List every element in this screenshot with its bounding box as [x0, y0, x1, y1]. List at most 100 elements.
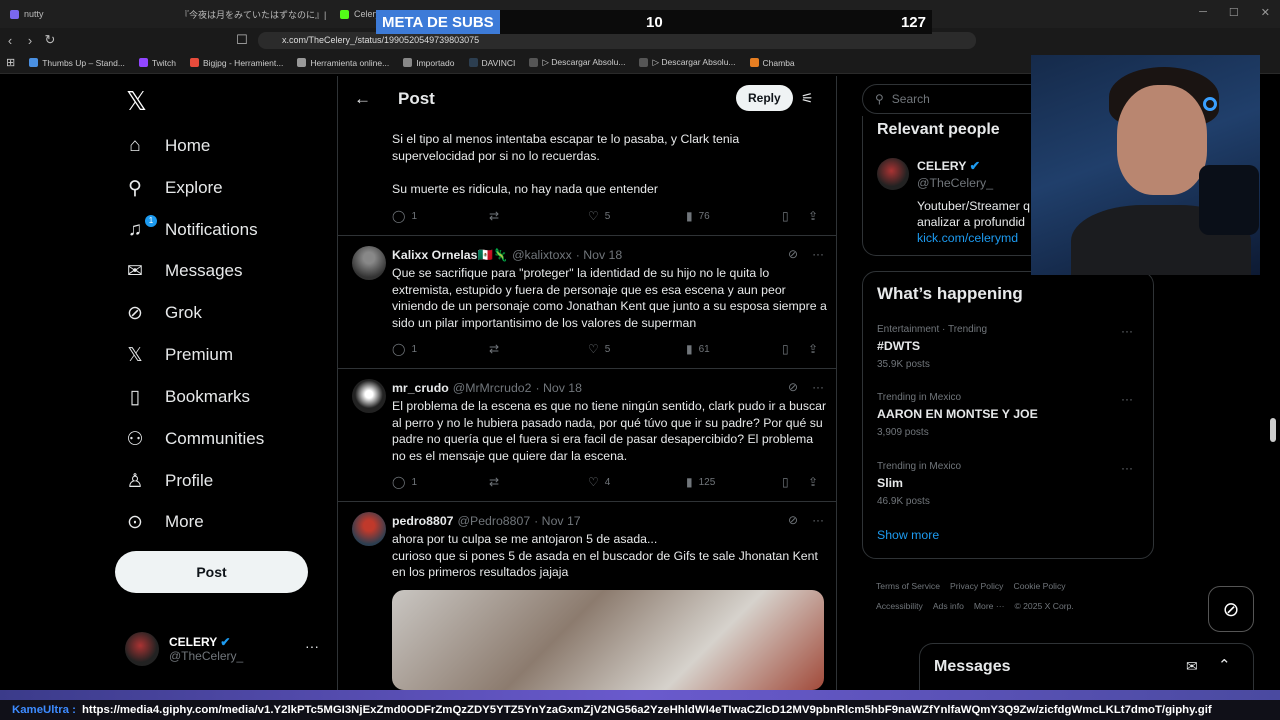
browser-tab[interactable]: nutty	[0, 0, 165, 28]
bookmark-action[interactable]: ▯	[782, 342, 789, 356]
like-action[interactable]: ♡ 5	[588, 342, 610, 356]
chevron-up-icon[interactable]: ⌃	[1218, 656, 1231, 674]
new-message-icon[interactable]: ✉	[1186, 658, 1198, 675]
tweet-author-handle[interactable]: @Pedro8807	[458, 514, 531, 528]
share-action[interactable]: ⇪	[808, 209, 818, 223]
repost-action[interactable]: ⇄	[489, 209, 499, 223]
nav-home[interactable]: ⌂ Home	[123, 128, 210, 164]
nav-profile[interactable]: ♙ Profile	[123, 463, 213, 499]
tweet-author-handle[interactable]: @kalixtoxx	[512, 248, 572, 263]
nav-grok[interactable]: ⊘ Grok	[123, 295, 202, 331]
url-field[interactable]: x.com/TheCelery_/status/1990520549739803…	[258, 32, 976, 49]
tweet-author-handle[interactable]: @MrMrcrudo2	[453, 381, 532, 395]
bookmark-item[interactable]: Chamba	[749, 58, 795, 68]
footer-link[interactable]: Cookie Policy	[1013, 581, 1065, 591]
repost-action[interactable]: ⇄	[489, 475, 499, 489]
scrollbar-thumb[interactable]	[1270, 418, 1276, 442]
trend-item[interactable]: Trending in Mexico Slim 46.9K posts ···	[877, 461, 1141, 507]
tweet-date[interactable]: · Nov 18	[535, 381, 581, 395]
minimize-icon[interactable]: ─	[1199, 6, 1207, 19]
sliders-icon[interactable]: ⚟	[801, 90, 814, 107]
avatar[interactable]	[877, 158, 909, 190]
bookmark-item[interactable]: DAVINCI	[468, 58, 515, 68]
tweet-author-name[interactable]: Kalixx Ornelas🇲🇽🦎	[392, 248, 508, 263]
bell-icon: ♫	[127, 219, 143, 240]
tweet-author-name[interactable]: mr_crudo	[392, 381, 449, 395]
reply-action[interactable]: ◯ 1	[392, 475, 417, 489]
bookmark-folder[interactable]: Importado	[403, 58, 455, 68]
grok-icon[interactable]: ⊘	[788, 380, 798, 394]
tweet-author-name[interactable]: pedro8807	[392, 514, 454, 528]
bookmark-item[interactable]: ▷ Descargar Absolu...	[639, 57, 736, 68]
account-switcher[interactable]: CELERY ✔ @TheCelery_ ···	[125, 632, 319, 666]
more-dots-icon[interactable]: ···	[1121, 461, 1133, 475]
x-logo-icon[interactable]: 𝕏	[126, 86, 147, 117]
bookmark-item[interactable]: Twitch	[138, 58, 176, 68]
bookmark-item[interactable]: ▷ Descargar Absolu...	[529, 57, 625, 68]
more-dots-icon[interactable]: ···	[1121, 392, 1133, 406]
views-action[interactable]: ▮ 76	[686, 209, 710, 223]
nav-explore[interactable]: ⚲ Explore	[123, 170, 223, 206]
back-arrow-icon[interactable]: ‹	[0, 33, 20, 48]
more-dots-icon[interactable]: ···	[812, 513, 824, 527]
apps-grid-icon[interactable]: ⊞	[6, 56, 15, 69]
nav-communities[interactable]: ⚇ Communities	[123, 421, 264, 457]
reply-tweet[interactable]: Kalixx Ornelas🇲🇽🦎 @kalixtoxx · Nov 18 ⊘ ···…	[338, 235, 836, 368]
more-dots-icon[interactable]: ···	[305, 638, 319, 654]
person-name[interactable]: CELERY ✔	[917, 159, 1030, 173]
ticker-username: KameUltra :	[12, 704, 76, 716]
tweet-date[interactable]: · Nov 17	[534, 514, 580, 528]
grok-icon[interactable]: ⊘	[788, 513, 798, 527]
tweet-date[interactable]: · Nov 18	[576, 248, 622, 263]
more-dots-icon[interactable]: ···	[812, 380, 824, 394]
reload-icon[interactable]: ↻	[40, 32, 60, 48]
share-action[interactable]: ⇪	[808, 475, 818, 489]
nav-bookmarks[interactable]: ▯ Bookmarks	[123, 379, 250, 415]
footer-link[interactable]: Privacy Policy	[950, 581, 1003, 591]
profile-link[interactable]: kick.com/celerymd	[917, 230, 1030, 246]
footer-link[interactable]: Ads info	[933, 601, 964, 611]
browser-tab[interactable]: 『今夜は月をみていたはずなのに』| 日本	[165, 0, 330, 28]
bookmark-action[interactable]: ▯	[782, 209, 789, 223]
post-button[interactable]: Post	[115, 551, 308, 593]
grok-float-button[interactable]: ⊘	[1208, 586, 1254, 632]
reply-tweet[interactable]: mr_crudo @MrMrcrudo2 · Nov 18 ⊘ ··· El prob…	[338, 368, 836, 501]
bookmark-item[interactable]: Thumbs Up – Stand...	[29, 58, 125, 68]
nav-messages[interactable]: ✉ Messages	[123, 253, 242, 289]
reply-action[interactable]: ◯ 1	[392, 209, 417, 223]
nav-premium[interactable]: 𝕏 Premium	[123, 337, 233, 373]
bookmark-favicon-icon	[29, 58, 39, 67]
share-action[interactable]: ⇪	[808, 342, 818, 356]
like-action[interactable]: ♡ 4	[588, 475, 610, 489]
trend-item[interactable]: Entertainment · Trending #DWTS 35.9K pos…	[877, 324, 1141, 370]
tweet-gif-media[interactable]	[392, 590, 824, 690]
close-icon[interactable]: ✕	[1261, 6, 1270, 19]
bookmark-action[interactable]: ▯	[782, 475, 789, 489]
footer-link[interactable]: Terms of Service	[876, 581, 940, 591]
footer-link[interactable]: More ···	[974, 601, 1005, 611]
views-action[interactable]: ▮ 61	[686, 342, 710, 356]
footer-link[interactable]: Accessibility	[876, 601, 923, 611]
back-arrow-icon[interactable]: ←	[354, 89, 371, 109]
repost-icon: ⇄	[489, 475, 500, 489]
reply-action[interactable]: ◯ 1	[392, 342, 417, 356]
views-action[interactable]: ▮ 125	[686, 475, 715, 489]
more-dots-icon[interactable]: ···	[1121, 324, 1133, 338]
webcam-person-face	[1117, 85, 1207, 195]
nav-more[interactable]: ⊙ More	[123, 504, 204, 540]
nav-notifications[interactable]: ♫ 1 Notifications	[123, 212, 258, 248]
show-more-link[interactable]: Show more	[877, 528, 939, 542]
forward-arrow-icon[interactable]: ›	[20, 33, 40, 48]
like-action[interactable]: ♡ 5	[588, 209, 610, 223]
messages-drawer[interactable]: Messages ✉ ⌃	[919, 643, 1254, 693]
repost-action[interactable]: ⇄	[489, 342, 499, 356]
person-handle[interactable]: @TheCelery_	[917, 176, 1030, 190]
bookmark-item[interactable]: Bigjpg - Herramient...	[190, 58, 283, 68]
trend-item[interactable]: Trending in Mexico AARON EN MONTSE Y JOE…	[877, 392, 1141, 438]
grok-icon[interactable]: ⊘	[788, 247, 798, 261]
bookmark-item[interactable]: Herramienta online...	[297, 58, 389, 68]
more-dots-icon[interactable]: ···	[812, 247, 824, 261]
bookmark-page-icon[interactable]: ☐	[232, 32, 252, 48]
maximize-icon[interactable]: ☐	[1229, 6, 1239, 19]
reply-button[interactable]: Reply	[736, 85, 793, 111]
